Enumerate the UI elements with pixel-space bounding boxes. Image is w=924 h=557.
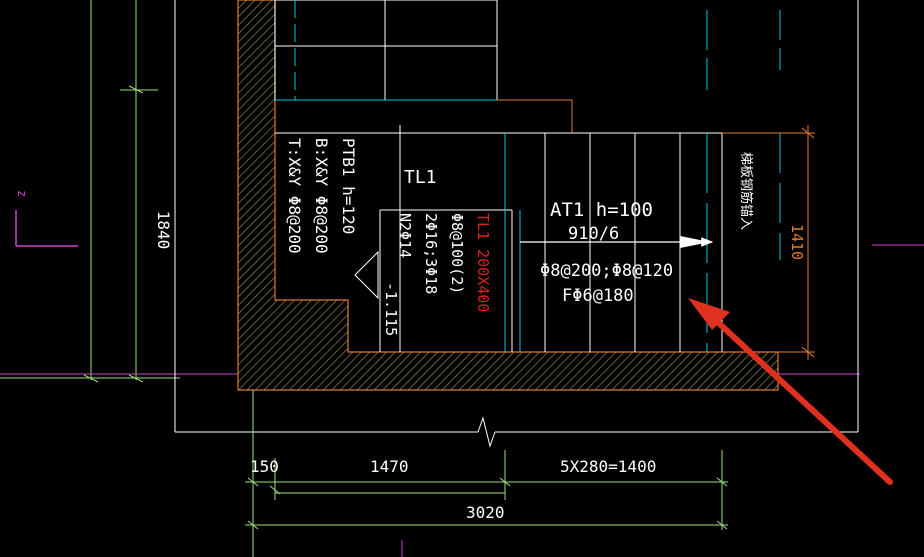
- dimension-3020: 3020: [466, 503, 505, 522]
- cad-drawing-canvas[interactable]: 1840 z 1410 PTB1 h=120 B:X&Y Φ8@200 T:X&…: [0, 0, 924, 557]
- beam-spec-red: TL1 200X400: [474, 213, 492, 312]
- arrowhead: [680, 236, 710, 248]
- beam-stirrup: Φ8@100(2): [448, 213, 466, 294]
- dimension-1470: 1470: [370, 457, 409, 476]
- stair-name: AT1 h=100: [550, 199, 653, 221]
- level-value: -1.115: [382, 282, 400, 336]
- upper-grid: [274, 0, 498, 101]
- stair-main-rebar: Φ8@200;Φ8@120: [540, 261, 673, 281]
- vertical-note: 梯板钢筋锚入: [738, 152, 754, 230]
- stair-steps: 910/6: [568, 224, 619, 244]
- level-marker: [354, 250, 379, 300]
- dimension-150: 150: [250, 457, 279, 476]
- stair-distribution-rebar: FΦ6@180: [562, 286, 634, 306]
- orange-landing-outline: [497, 99, 573, 133]
- dimension-1410: 1410: [788, 224, 806, 260]
- beam-bars: 2Φ16;3Φ18: [422, 213, 440, 294]
- beam-side-bars: N2Φ14: [396, 213, 414, 258]
- axis-mark: [15, 210, 78, 247]
- slab-bottom-rebar: B:X&Y Φ8@200: [312, 138, 331, 254]
- beam-id: TL1: [404, 167, 437, 188]
- upper-step-lines: [275, 0, 781, 101]
- dimension-1840: 1840: [154, 211, 173, 250]
- axis-mark-label: z: [15, 190, 29, 197]
- slab-name: PTB1 h=120: [339, 138, 358, 234]
- dimension-steps: 5X280=1400: [560, 457, 656, 476]
- slab-top-rebar: T:X&Y Φ8@200: [285, 138, 304, 254]
